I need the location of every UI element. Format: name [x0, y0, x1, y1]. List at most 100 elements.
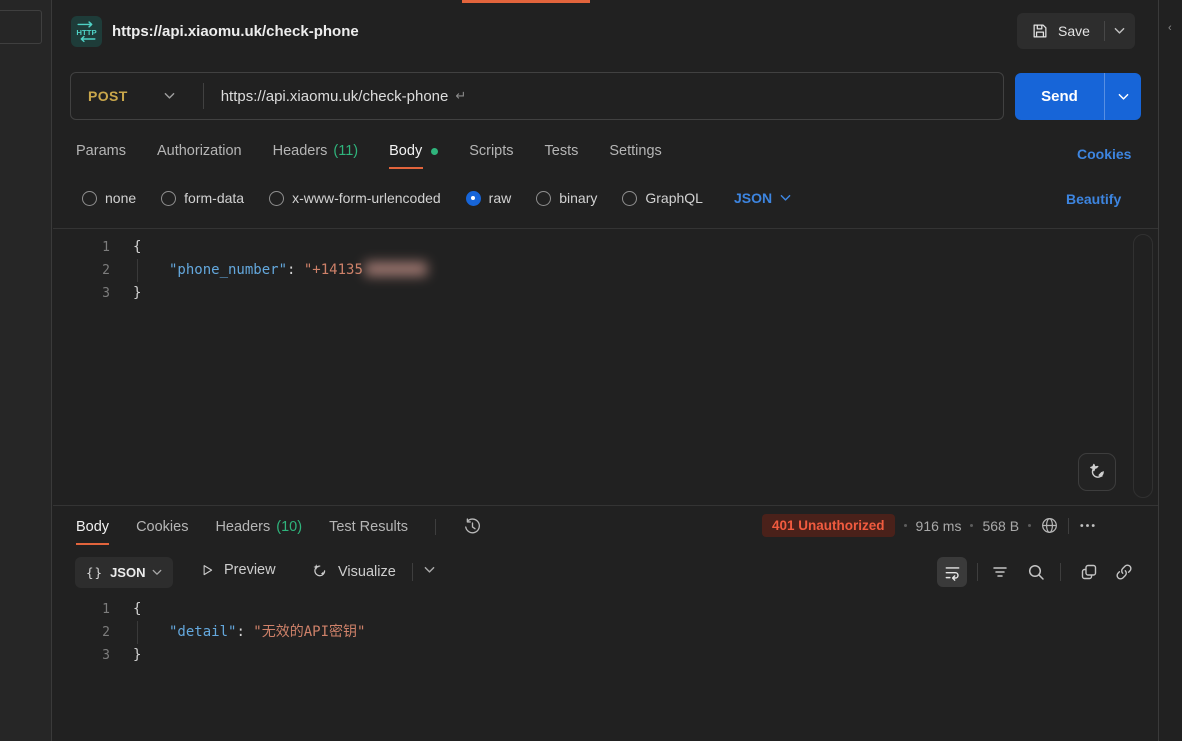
left-rail	[0, 0, 52, 741]
response-headers-count-badge: (10)	[276, 519, 302, 535]
braces-icon: {}	[86, 565, 103, 580]
network-globe-icon[interactable]	[1040, 516, 1059, 535]
beautify-link[interactable]: Beautify	[1066, 191, 1121, 207]
request-title: https://api.xiaomu.uk/check-phone	[112, 23, 359, 40]
postbot-ai-button[interactable]	[1078, 453, 1116, 491]
response-tab-headers[interactable]: Headers(10)	[215, 519, 302, 535]
dot-separator	[904, 524, 907, 527]
response-history-icon[interactable]	[463, 517, 482, 536]
divider	[977, 563, 978, 581]
filter-icon[interactable]	[990, 562, 1010, 582]
editor-scrollbar[interactable]	[1133, 234, 1153, 498]
radio-icon	[161, 191, 176, 206]
response-status-bar: 401 Unauthorized 916 ms 568 B	[762, 514, 1097, 537]
code-line: }	[133, 644, 141, 667]
divider	[412, 563, 413, 581]
active-tab-indicator	[462, 0, 590, 3]
response-tabs: Body Cookies Headers(10) Test Results	[76, 517, 482, 536]
chevron-down-icon[interactable]	[164, 92, 175, 100]
dot-separator	[1028, 524, 1031, 527]
cookies-link[interactable]: Cookies	[1077, 146, 1131, 162]
collapse-panel-icon[interactable]: ‹	[1168, 22, 1172, 34]
code-line: "phone_number": "+14135	[169, 259, 427, 282]
word-wrap-icon	[943, 563, 962, 582]
tab-headers[interactable]: Headers(11)	[273, 143, 359, 159]
line-number: 1	[52, 236, 110, 259]
response-tab-test-results[interactable]: Test Results	[329, 519, 408, 535]
url-input[interactable]: https://api.xiaomu.uk/check-phone	[221, 88, 449, 105]
link-icon[interactable]	[1114, 562, 1134, 582]
tab-params[interactable]: Params	[76, 143, 126, 159]
method-selector[interactable]: POST	[71, 88, 128, 104]
save-button-label: Save	[1058, 23, 1090, 39]
response-format-dropdown[interactable]: {} JSON	[75, 557, 173, 588]
response-divider	[53, 505, 1158, 506]
right-rail: ‹	[1158, 0, 1182, 741]
radio-raw[interactable]: raw	[466, 190, 512, 206]
radio-graphql[interactable]: GraphQL	[622, 190, 703, 206]
body-modified-dot	[431, 148, 438, 155]
tab-authorization[interactable]: Authorization	[157, 143, 242, 159]
http-request-icon: HTTP	[71, 16, 102, 47]
tab-settings[interactable]: Settings	[609, 143, 661, 159]
raw-format-dropdown[interactable]: JSON	[734, 190, 791, 206]
divider	[1068, 518, 1069, 534]
chevron-down-icon[interactable]	[424, 566, 435, 574]
chevron-down-icon	[152, 569, 162, 576]
chevron-down-icon	[1114, 27, 1125, 35]
send-options-button[interactable]	[1105, 93, 1141, 101]
save-options-button[interactable]	[1105, 27, 1135, 35]
save-icon	[1031, 22, 1049, 40]
send-button[interactable]: Send	[1015, 73, 1141, 120]
visualize-button[interactable]: Visualize	[310, 562, 396, 581]
word-wrap-toggle[interactable]	[937, 557, 967, 587]
raw-format-value: JSON	[734, 190, 772, 206]
radio-none[interactable]: none	[82, 190, 136, 206]
app-window: ‹ HTTP https://api.xiaomu.uk/check-phone…	[0, 0, 1182, 741]
response-tab-body[interactable]: Body	[76, 519, 109, 535]
radio-binary[interactable]: binary	[536, 190, 597, 206]
http-badge-label: HTTP	[76, 28, 96, 37]
sparkle-ai-icon	[310, 562, 329, 581]
code-line: "detail": "无效的API密钥"	[169, 621, 365, 644]
tab-tests[interactable]: Tests	[545, 143, 579, 159]
json-value: "+14135	[304, 262, 363, 278]
json-key: "phone_number"	[169, 262, 287, 278]
tab-body[interactable]: Body	[389, 143, 438, 159]
redacted-phone-blur	[365, 262, 427, 276]
divider	[435, 519, 436, 535]
copy-icon[interactable]	[1079, 562, 1099, 582]
line-number: 3	[52, 282, 110, 305]
response-tab-cookies[interactable]: Cookies	[136, 519, 188, 535]
radio-selected-icon	[466, 191, 481, 206]
collapsed-sidebar-tab[interactable]	[0, 10, 42, 44]
response-time: 916 ms	[916, 518, 962, 534]
send-button-label: Send	[1015, 88, 1104, 105]
enter-hint-icon: ↵	[455, 88, 466, 104]
json-key: "detail"	[169, 624, 236, 640]
indent-guide	[137, 621, 138, 644]
url-bar: POST https://api.xiaomu.uk/check-phone ↵	[70, 72, 1004, 120]
radio-form-data[interactable]: form-data	[161, 190, 244, 206]
more-options-icon[interactable]	[1078, 516, 1097, 535]
radio-x-www-form-urlencoded[interactable]: x-www-form-urlencoded	[269, 190, 441, 206]
radio-icon	[269, 191, 284, 206]
chevron-down-icon	[780, 194, 791, 202]
headers-count-badge: (11)	[333, 143, 358, 159]
line-number: 3	[52, 644, 110, 667]
play-icon	[200, 563, 215, 578]
response-format-value: JSON	[110, 565, 145, 580]
request-tabs: Params Authorization Headers(11) Body Sc…	[76, 143, 662, 159]
search-icon[interactable]	[1026, 562, 1046, 582]
tab-scripts[interactable]: Scripts	[469, 143, 513, 159]
preview-button[interactable]: Preview	[200, 562, 276, 578]
divider	[203, 83, 204, 109]
line-number: 1	[52, 598, 110, 621]
radio-icon	[622, 191, 637, 206]
indent-guide	[137, 259, 138, 282]
code-line: }	[133, 282, 141, 305]
save-button[interactable]: Save	[1017, 13, 1135, 49]
status-badge[interactable]: 401 Unauthorized	[762, 514, 895, 537]
divider	[1060, 563, 1061, 581]
body-type-selector: none form-data x-www-form-urlencoded raw…	[82, 190, 791, 206]
